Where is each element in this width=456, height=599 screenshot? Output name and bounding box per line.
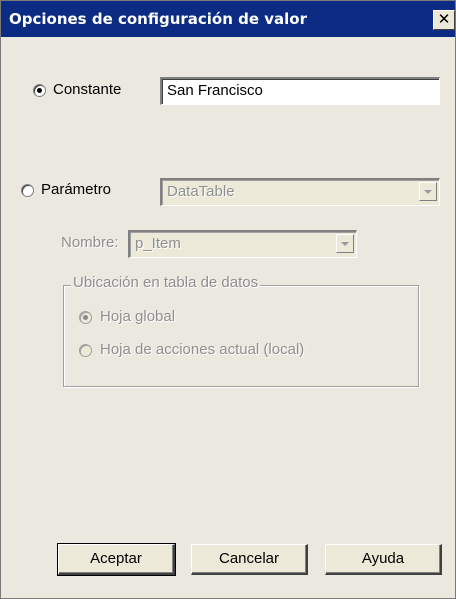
parameter-type-value: DataTable: [167, 183, 235, 200]
local-sheet-radio[interactable]: [79, 344, 92, 357]
value-configuration-dialog: Opciones de configuración de valor ✕ Con…: [0, 0, 456, 599]
parameter-type-select[interactable]: DataTable: [160, 178, 440, 206]
constant-radio[interactable]: [33, 84, 46, 97]
close-icon: ✕: [437, 10, 451, 28]
parameter-name-value: p_Item: [135, 235, 181, 252]
parameter-name-select[interactable]: p_Item: [128, 230, 357, 258]
parameter-radio[interactable]: [21, 184, 34, 197]
parameter-label[interactable]: Parámetro: [41, 181, 111, 199]
location-groupbox: [63, 285, 419, 387]
dialog-titlebar: Opciones de configuración de valor ✕: [1, 1, 455, 37]
global-sheet-radio[interactable]: [79, 311, 92, 324]
ok-button[interactable]: Aceptar: [57, 543, 176, 576]
constant-label[interactable]: Constante: [53, 81, 121, 99]
dialog-title: Opciones de configuración de valor: [9, 10, 308, 28]
cancel-button[interactable]: Cancelar: [191, 544, 308, 575]
close-button[interactable]: ✕: [433, 10, 455, 30]
constant-value-text: San Francisco: [167, 82, 263, 99]
global-sheet-label[interactable]: Hoja global: [100, 308, 175, 326]
dropdown-arrow-icon[interactable]: [336, 234, 354, 253]
local-sheet-label[interactable]: Hoja de acciones actual (local): [100, 341, 304, 359]
dropdown-arrow-icon[interactable]: [419, 182, 437, 201]
location-legend: Ubicación en tabla de datos: [71, 274, 261, 292]
name-label: Nombre:: [61, 234, 119, 251]
help-button[interactable]: Ayuda: [325, 544, 442, 575]
constant-value-input[interactable]: San Francisco: [160, 77, 440, 105]
